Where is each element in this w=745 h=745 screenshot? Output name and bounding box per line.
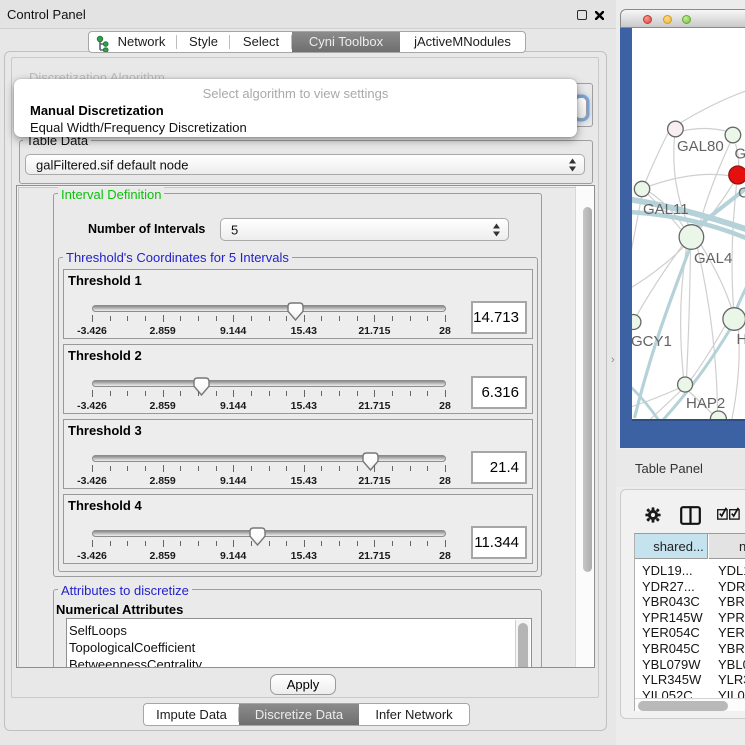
- svg-text:HAP2: HAP2: [686, 395, 725, 412]
- svg-text:GAL4: GAL4: [694, 250, 732, 267]
- svg-text:GCY1: GCY1: [632, 333, 672, 350]
- svg-text:GAL: GAL: [734, 146, 745, 163]
- svg-text:GAL11: GAL11: [643, 201, 689, 218]
- svg-text:HI: HI: [736, 331, 745, 348]
- svg-text:CY: CY: [738, 185, 745, 202]
- svg-text:GAL80: GAL80: [677, 138, 724, 155]
